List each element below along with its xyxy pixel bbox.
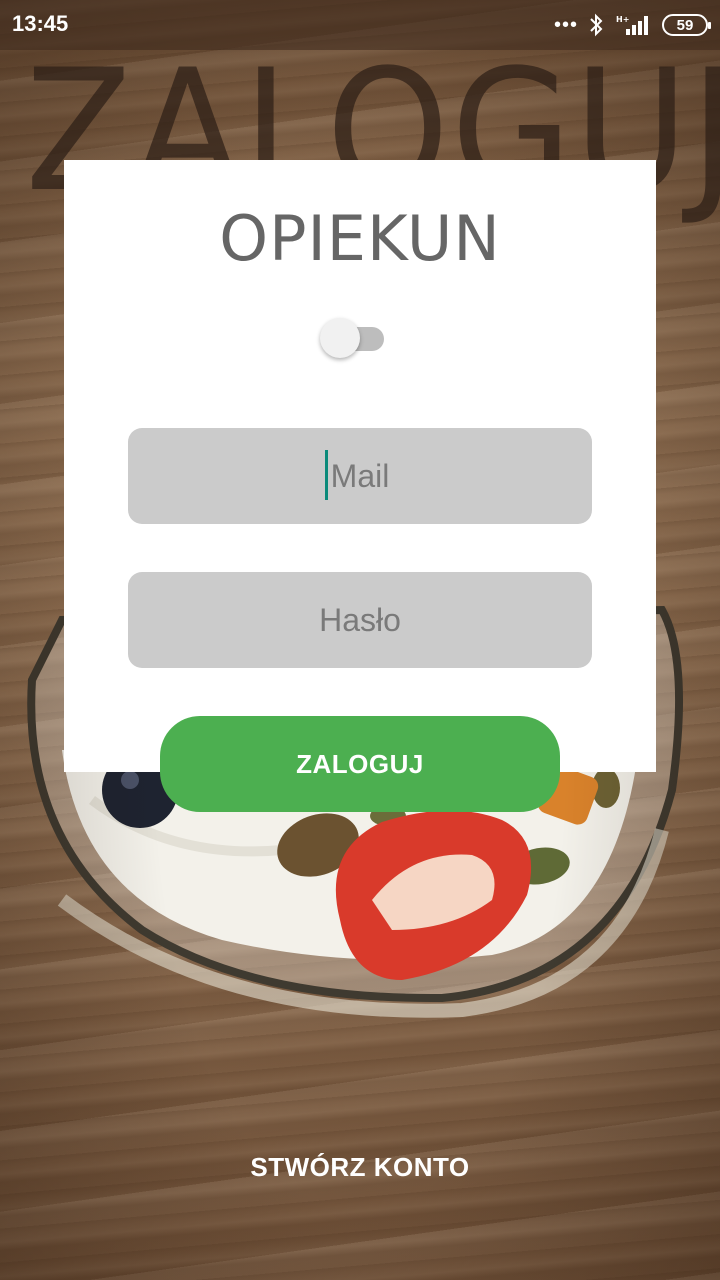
svg-text:H+: H+ bbox=[616, 15, 629, 24]
create-account-link[interactable]: STWÓRZ KONTO bbox=[0, 1152, 720, 1183]
text-cursor bbox=[325, 450, 328, 500]
password-field-container bbox=[128, 572, 592, 668]
password-input[interactable] bbox=[128, 572, 592, 668]
toggle-thumb bbox=[320, 318, 360, 358]
role-title: OPIEKUN bbox=[219, 202, 501, 275]
role-toggle[interactable] bbox=[320, 318, 386, 358]
more-dots-icon: ••• bbox=[553, 14, 578, 36]
battery-level: 59 bbox=[676, 16, 694, 34]
mail-input[interactable] bbox=[128, 428, 592, 524]
mail-field-container bbox=[128, 428, 592, 524]
login-button[interactable]: ZALOGUJ bbox=[160, 716, 560, 812]
